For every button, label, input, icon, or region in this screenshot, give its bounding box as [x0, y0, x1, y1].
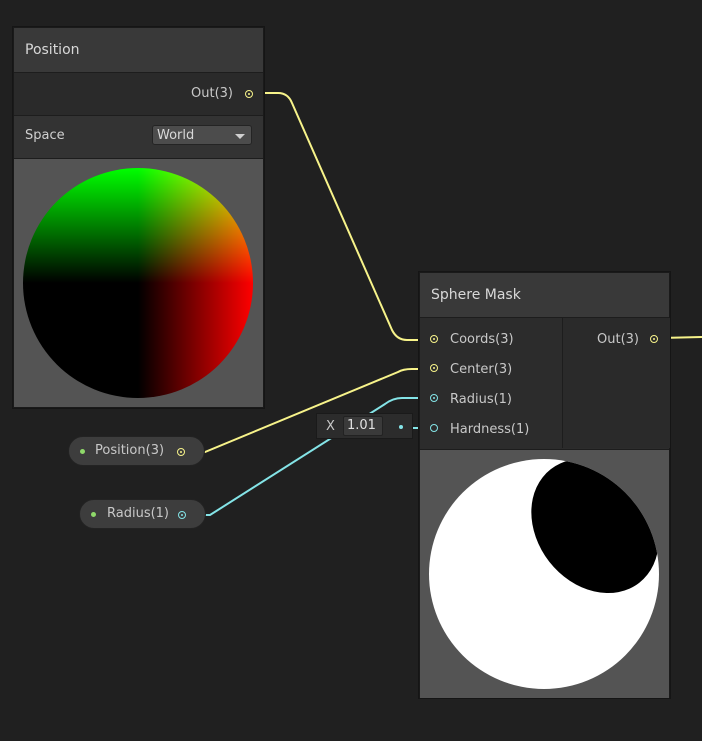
position-property-pill[interactable]: Position(3): [68, 436, 205, 466]
position-property-label: Position(3): [95, 443, 165, 458]
position-output-label: Out(3): [191, 86, 233, 101]
wire-position-out-to-coords: [256, 92, 430, 341]
radius-input-port[interactable]: [430, 394, 438, 402]
position-space-row: Space World: [14, 116, 263, 159]
position-output-port[interactable]: [245, 90, 253, 98]
hardness-value-field: X 1.01: [316, 413, 413, 439]
position-preview: [14, 159, 263, 407]
sphere-mask-outputs: Out(3): [562, 318, 670, 448]
space-dropdown[interactable]: World: [152, 125, 252, 145]
position-gradient-sphere-icon: [23, 168, 253, 398]
space-label: Space: [25, 128, 65, 143]
coords-input-port[interactable]: [430, 335, 438, 343]
center-input-label: Center(3): [450, 362, 513, 377]
position-property-port[interactable]: [177, 448, 185, 456]
chevron-down-icon: [235, 134, 245, 139]
property-dot-icon: [91, 512, 96, 517]
position-output-row: Out(3): [14, 73, 263, 116]
hardness-field-port: [399, 425, 403, 429]
sphere-mask-preview: [420, 449, 669, 698]
radius-property-label: Radius(1): [107, 506, 170, 521]
hardness-axis-label: X: [326, 419, 335, 434]
sphere-mask-output-port[interactable]: [650, 335, 658, 343]
coords-input-label: Coords(3): [450, 332, 514, 347]
radius-input-label: Radius(1): [450, 392, 513, 407]
position-node-title[interactable]: Position: [14, 28, 263, 73]
sphere-mask-node[interactable]: Sphere Mask Coords(3) Center(3) Radius(1…: [419, 272, 670, 698]
sphere-mask-title[interactable]: Sphere Mask: [420, 273, 669, 318]
center-input-port[interactable]: [430, 364, 438, 372]
sphere-mask-output-label: Out(3): [597, 332, 639, 347]
graph-canvas[interactable]: Position Out(3) Space World Sphere Mask …: [0, 0, 702, 741]
hardness-input-port[interactable]: [430, 424, 438, 432]
space-dropdown-value: World: [157, 128, 195, 143]
hardness-input-label: Hardness(1): [450, 422, 530, 437]
position-node[interactable]: Position Out(3) Space World: [13, 27, 264, 408]
radius-property-pill[interactable]: Radius(1): [79, 499, 206, 529]
property-dot-icon: [80, 449, 85, 454]
hardness-value-input[interactable]: 1.01: [343, 416, 383, 436]
radius-property-port[interactable]: [178, 511, 186, 519]
sphere-mask-preview-icon: [429, 459, 659, 689]
sphere-mask-inputs: Coords(3) Center(3) Radius(1) Hardness(1…: [420, 318, 561, 448]
